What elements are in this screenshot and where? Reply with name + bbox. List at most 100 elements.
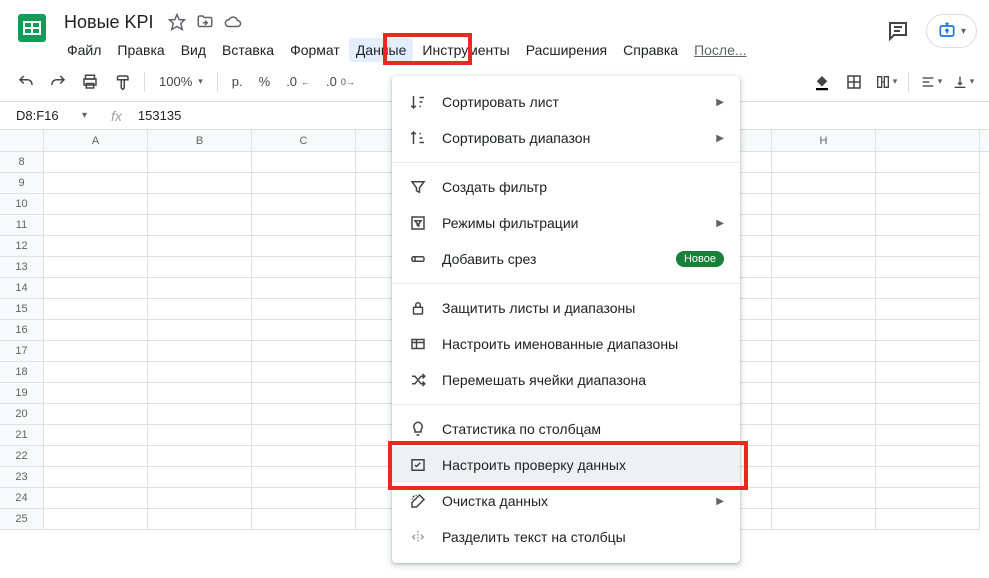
cell[interactable] [148, 194, 252, 215]
cell[interactable] [772, 215, 876, 236]
cell[interactable] [252, 509, 356, 530]
cell[interactable] [148, 341, 252, 362]
cell[interactable] [148, 467, 252, 488]
cell[interactable] [876, 341, 980, 362]
cell[interactable] [876, 467, 980, 488]
cell[interactable] [876, 425, 980, 446]
cell[interactable] [44, 467, 148, 488]
cell[interactable] [148, 299, 252, 320]
cell[interactable] [876, 173, 980, 194]
row-header[interactable]: 19 [0, 383, 44, 404]
cell-reference[interactable]: D8:F16 [12, 108, 82, 123]
menu-insert[interactable]: Вставка [215, 38, 281, 62]
cell[interactable] [44, 236, 148, 257]
cell[interactable] [252, 383, 356, 404]
col-header[interactable]: C [252, 130, 356, 151]
menu-data[interactable]: Данные [349, 38, 414, 62]
cell[interactable] [44, 320, 148, 341]
percent-button[interactable]: % [253, 74, 277, 89]
row-header[interactable]: 8 [0, 152, 44, 173]
cell[interactable] [44, 341, 148, 362]
menu-data-validation[interactable]: Настроить проверку данных [392, 447, 740, 483]
menu-data-cleanup[interactable]: Очистка данных ▶ [392, 483, 740, 519]
move-icon[interactable] [196, 13, 214, 31]
menu-file[interactable]: Файл [60, 38, 108, 62]
cell[interactable] [876, 362, 980, 383]
cell[interactable] [44, 194, 148, 215]
cell[interactable] [876, 236, 980, 257]
cell[interactable] [876, 488, 980, 509]
cell[interactable] [876, 152, 980, 173]
cell[interactable] [148, 236, 252, 257]
cell[interactable] [772, 152, 876, 173]
print-button[interactable] [76, 68, 104, 96]
cell[interactable] [252, 320, 356, 341]
menu-sort-sheet[interactable]: Сортировать лист ▶ [392, 84, 740, 120]
cell[interactable] [252, 278, 356, 299]
cell[interactable] [252, 194, 356, 215]
cell[interactable] [876, 194, 980, 215]
cell[interactable] [772, 236, 876, 257]
decrease-decimal-button[interactable]: .0← [280, 74, 316, 89]
cell[interactable] [44, 278, 148, 299]
zoom-select[interactable]: 100% [153, 74, 209, 89]
present-button[interactable]: ▾ [926, 14, 977, 48]
undo-button[interactable] [12, 68, 40, 96]
row-header[interactable]: 25 [0, 509, 44, 530]
cell[interactable] [44, 446, 148, 467]
formula-input[interactable]: 153135 [138, 108, 181, 123]
row-header[interactable]: 12 [0, 236, 44, 257]
cell[interactable] [148, 152, 252, 173]
row-header[interactable]: 24 [0, 488, 44, 509]
menu-randomize-range[interactable]: Перемешать ячейки диапазона [392, 362, 740, 398]
cell[interactable] [148, 173, 252, 194]
cell[interactable] [772, 299, 876, 320]
cell[interactable] [44, 383, 148, 404]
menu-edit[interactable]: Правка [110, 38, 171, 62]
cell[interactable] [876, 509, 980, 530]
cell[interactable] [876, 383, 980, 404]
menu-filter-views[interactable]: Режимы фильтрации ▶ [392, 205, 740, 241]
cell[interactable] [876, 215, 980, 236]
cell[interactable] [148, 215, 252, 236]
cell[interactable] [148, 425, 252, 446]
cell[interactable] [876, 278, 980, 299]
star-icon[interactable] [168, 13, 186, 31]
cell[interactable] [252, 299, 356, 320]
cell[interactable] [772, 509, 876, 530]
cell[interactable] [252, 257, 356, 278]
cell[interactable] [252, 425, 356, 446]
cell[interactable] [44, 173, 148, 194]
menu-named-ranges[interactable]: Настроить именованные диапазоны [392, 326, 740, 362]
cell[interactable] [44, 425, 148, 446]
cell[interactable] [876, 299, 980, 320]
cell[interactable] [252, 215, 356, 236]
cell[interactable] [772, 173, 876, 194]
row-header[interactable]: 11 [0, 215, 44, 236]
row-header[interactable]: 10 [0, 194, 44, 215]
cell[interactable] [44, 257, 148, 278]
menu-split-text[interactable]: Разделить текст на столбцы [392, 519, 740, 555]
cell[interactable] [252, 446, 356, 467]
col-header[interactable] [876, 130, 980, 151]
cell[interactable] [876, 257, 980, 278]
col-header[interactable]: B [148, 130, 252, 151]
fill-color-button[interactable] [808, 68, 836, 96]
cell[interactable] [44, 299, 148, 320]
row-header[interactable]: 22 [0, 446, 44, 467]
menu-extensions[interactable]: Расширения [519, 38, 614, 62]
menu-column-stats[interactable]: Статистика по столбцам [392, 411, 740, 447]
cloud-status-icon[interactable] [224, 13, 242, 31]
cell[interactable] [252, 236, 356, 257]
cell[interactable] [772, 404, 876, 425]
cell[interactable] [252, 173, 356, 194]
row-header[interactable]: 9 [0, 173, 44, 194]
borders-button[interactable] [840, 68, 868, 96]
col-header[interactable]: H [772, 130, 876, 151]
doc-title[interactable]: Новые KPI [60, 10, 158, 35]
cell[interactable] [44, 488, 148, 509]
row-header[interactable]: 23 [0, 467, 44, 488]
cell[interactable] [148, 509, 252, 530]
cell[interactable] [44, 362, 148, 383]
cell[interactable] [772, 362, 876, 383]
